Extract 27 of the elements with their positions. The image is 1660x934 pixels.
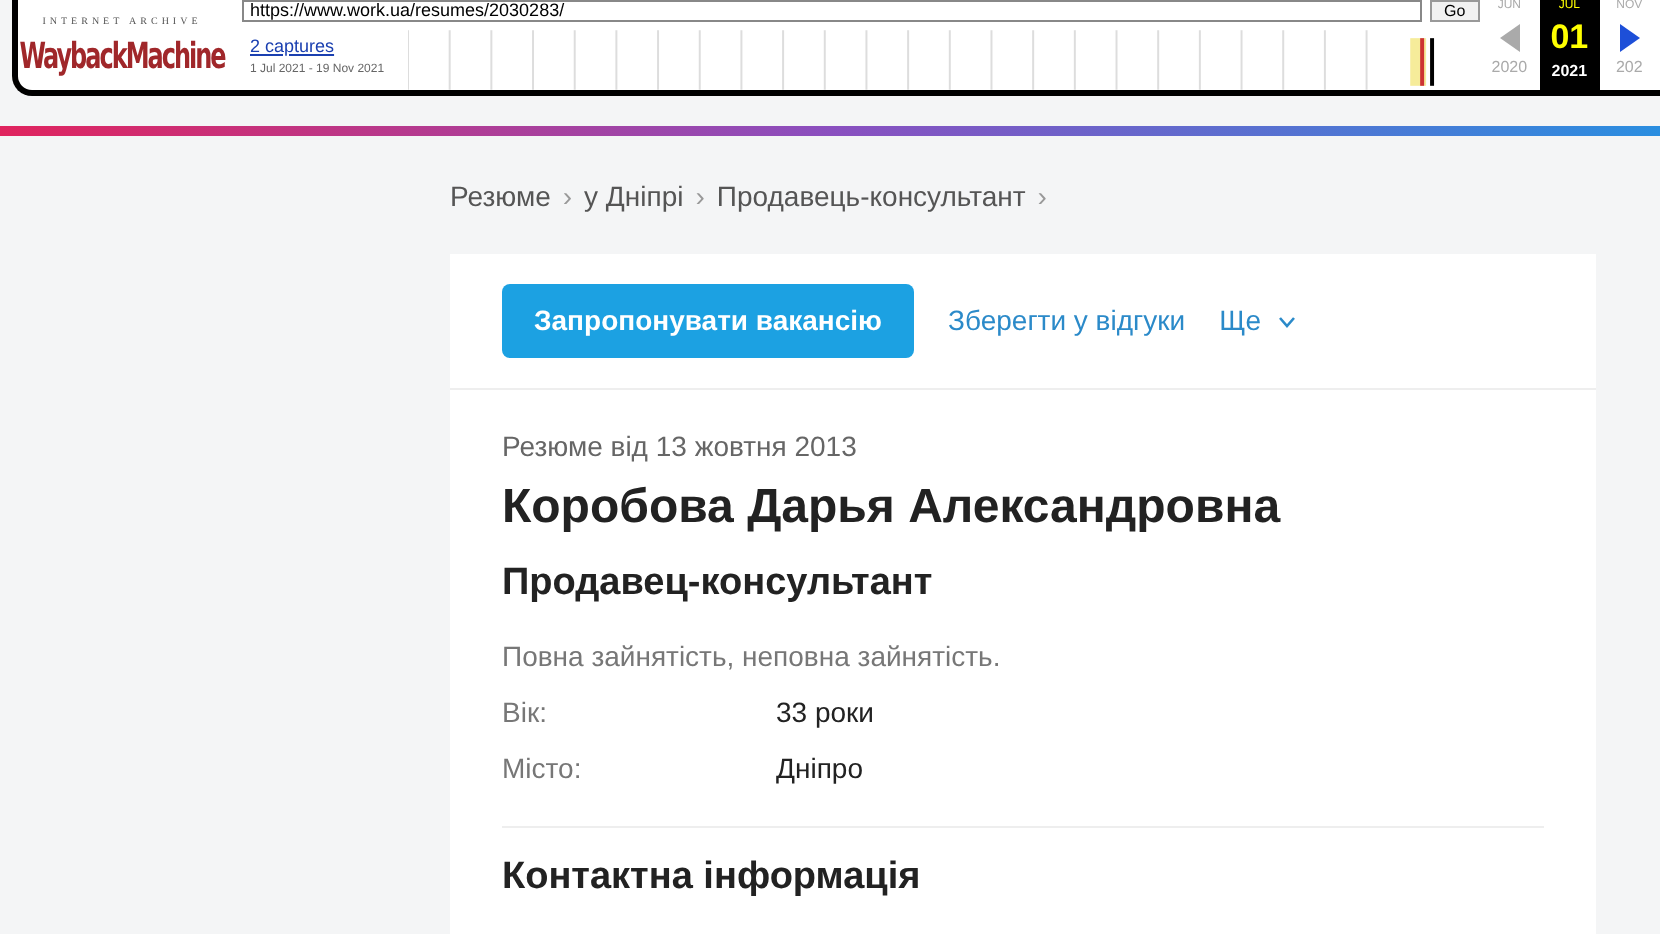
year-label[interactable]: 2021 xyxy=(1551,60,1588,84)
chevron-down-icon xyxy=(1277,315,1295,327)
day-number: 01 xyxy=(1550,20,1589,56)
captures-link[interactable]: 2 captures xyxy=(226,34,385,61)
wayback-logo[interactable]: WaybackMachine xyxy=(19,28,225,83)
detail-label: Місто: xyxy=(502,749,584,788)
breadcrumb-separator: › xyxy=(1037,178,1047,216)
breadcrumb-link[interactable]: Резюме xyxy=(450,176,551,218)
candidate-name: Коробова Дарья Александровна xyxy=(502,480,1283,538)
breadcrumb-link[interactable]: у Дніпрі xyxy=(584,176,684,218)
go-button[interactable]: Go xyxy=(1430,0,1480,22)
breadcrumb-link[interactable]: Продавець-консультант xyxy=(716,176,1026,218)
save-link[interactable]: Зберегти у відгуки xyxy=(948,300,1186,342)
more-label: Ще xyxy=(1219,302,1261,340)
next-arrow-icon[interactable] xyxy=(1619,24,1640,52)
url-field[interactable]: https://www.work.ua/resumes/2030283/ xyxy=(242,0,1422,22)
resume-date: Резюме від 13 жовтня 2013 xyxy=(502,428,859,466)
more-dropdown[interactable]: Ще xyxy=(1219,300,1295,342)
contact-heading: Контактна інформація xyxy=(502,855,923,901)
detail-value: Дніпро xyxy=(776,749,863,788)
detail-label: Вік: xyxy=(502,693,549,732)
position-title: Продавец-консультант xyxy=(502,561,935,608)
previous-arrow-icon[interactable] xyxy=(1499,24,1520,52)
breadcrumb-separator: › xyxy=(562,178,573,216)
breadcrumb-separator: › xyxy=(695,178,705,216)
employment-type: Повна зайнятість, неповна зайнятість. xyxy=(502,637,1003,676)
detail-value: 33 роки xyxy=(776,693,874,732)
